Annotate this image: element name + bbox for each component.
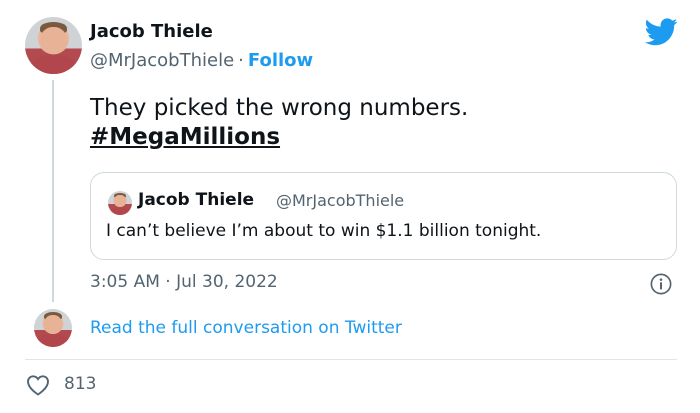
follow-button[interactable]: Follow: [248, 50, 313, 71]
heart-icon[interactable]: [26, 374, 50, 396]
info-icon[interactable]: [650, 273, 672, 295]
quoted-author-name: Jacob Thiele: [138, 190, 255, 210]
like-count[interactable]: 813: [64, 374, 96, 394]
quoted-tweet-text: I can’t believe I’m about to win $1.1 bi…: [106, 221, 542, 241]
tweet-body: They picked the wrong numbers. #MegaMill…: [90, 94, 468, 152]
tweet-text: They picked the wrong numbers.: [90, 95, 469, 121]
divider: [25, 359, 677, 360]
tweet-timestamp[interactable]: 3:05 AM · Jul 30, 2022: [90, 272, 278, 292]
author-handle[interactable]: @MrJacobThiele: [90, 50, 234, 71]
author-name[interactable]: Jacob Thiele: [90, 21, 213, 42]
twitter-bird-icon[interactable]: [645, 18, 678, 46]
quoted-author-avatar: [108, 191, 132, 215]
hashtag-link[interactable]: #MegaMillions: [90, 123, 280, 152]
author-avatar[interactable]: [25, 17, 82, 74]
quoted-tweet[interactable]: Jacob Thiele @MrJacobThiele I can’t beli…: [90, 172, 677, 260]
thread-line: [52, 80, 54, 302]
quoted-author-handle: @MrJacobThiele: [276, 191, 405, 210]
author-handle-row: @MrJacobThiele · Follow: [90, 50, 313, 71]
separator-dot: ·: [238, 50, 244, 71]
read-conversation-link[interactable]: Read the full conversation on Twitter: [90, 318, 402, 338]
conversation-avatar: [34, 309, 72, 347]
